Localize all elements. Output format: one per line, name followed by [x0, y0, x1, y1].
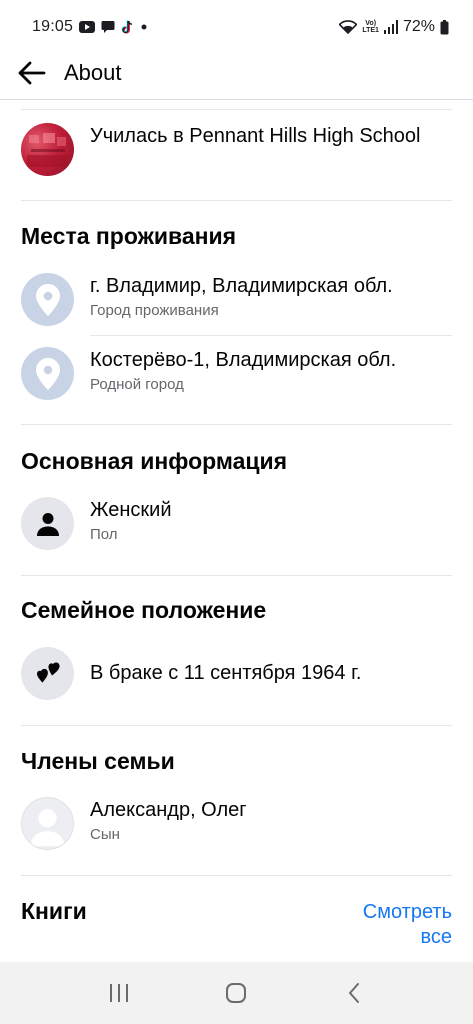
gender-primary: Женский — [90, 499, 172, 521]
section-divider — [21, 575, 452, 576]
status-time: 19:05 — [32, 18, 74, 35]
hearts-icon — [21, 647, 74, 700]
back-icon — [349, 983, 360, 1003]
gender-text: Женский Пол — [90, 497, 453, 545]
education-row[interactable]: Училась в Pennant Hills High School — [0, 121, 473, 179]
youtube-icon — [79, 21, 96, 33]
recent-apps-icon — [109, 984, 128, 1002]
relationship-primary: В браке с 11 сентября 1964 г. — [90, 662, 362, 684]
system-back-button[interactable] — [330, 969, 378, 1017]
basic-info-section-title: Основная информация — [21, 448, 288, 474]
places-section-title: Места проживания — [21, 223, 237, 249]
family-member-secondary: Сын — [90, 826, 120, 843]
system-nav-bar — [0, 962, 473, 1024]
person-icon — [21, 497, 74, 550]
wifi-icon — [339, 20, 358, 34]
section-divider — [21, 725, 452, 726]
relationship-row[interactable]: В браке с 11 сентября 1964 г. — [0, 646, 473, 702]
education-text: Училась в Pennant Hills High School — [90, 125, 421, 147]
place-hometown-primary: Костерёво-1, Владимирская обл. — [90, 349, 397, 371]
see-all-line1: Смотреть — [362, 901, 452, 923]
place-hometown-text: Костерёво-1, Владимирская обл. Родной го… — [90, 347, 453, 395]
location-pin-icon — [21, 347, 74, 400]
relationship-section-title: Семейное положение — [21, 597, 267, 623]
place-row-current[interactable]: г. Владимир, Владимирская обл. Город про… — [0, 271, 473, 329]
tiktok-icon — [121, 19, 134, 35]
default-avatar-icon — [21, 797, 74, 850]
school-photo — [21, 123, 74, 176]
home-button[interactable] — [212, 969, 260, 1017]
item-divider — [90, 335, 452, 336]
battery-percent: 72% — [402, 18, 435, 35]
section-divider — [21, 200, 452, 201]
family-member-primary: Александр, Олег — [90, 799, 247, 821]
see-all-line2: все — [420, 926, 452, 948]
app-header: About — [0, 46, 473, 100]
books-section-title: Книги — [21, 898, 87, 924]
family-section-title: Члены семьи — [21, 748, 175, 774]
top-divider — [21, 109, 452, 110]
education-text-block: Училась в Pennant Hills High School — [90, 123, 453, 149]
relationship-text: В браке с 11 сентября 1964 г. — [90, 660, 453, 686]
volte-line2: LTE1 — [362, 27, 379, 34]
place-current-primary: г. Владимир, Владимирская обл. — [90, 275, 393, 297]
place-current-text: г. Владимир, Владимирская обл. Город про… — [90, 273, 453, 321]
gender-secondary: Пол — [90, 526, 118, 543]
signal-icon — [383, 20, 398, 34]
family-member-text: Александр, Олег Сын — [90, 797, 453, 845]
status-left: 19:05 — [32, 18, 148, 36]
section-divider — [21, 424, 452, 425]
gender-row[interactable]: Женский Пол — [0, 495, 473, 553]
page-title: About — [64, 59, 122, 85]
message-icon — [101, 20, 115, 34]
arrow-left-icon — [18, 61, 46, 84]
section-divider — [21, 875, 452, 876]
place-current-secondary: Город проживания — [90, 302, 219, 319]
location-pin-icon — [21, 273, 74, 326]
dot-icon — [140, 23, 148, 31]
battery-icon — [440, 19, 449, 35]
status-right: Vo) LTE1 72% — [339, 18, 449, 36]
recent-apps-button[interactable] — [95, 969, 143, 1017]
place-hometown-secondary: Родной город — [90, 376, 184, 393]
place-row-hometown[interactable]: Костерёво-1, Владимирская обл. Родной го… — [0, 345, 473, 403]
back-button[interactable] — [0, 46, 64, 100]
volte-indicator: Vo) LTE1 — [362, 20, 379, 34]
about-content[interactable]: Училась в Pennant Hills High School Мест… — [0, 101, 473, 961]
see-all-books-link[interactable]: Смотреть все — [363, 900, 452, 950]
volte-line1: Vo) — [365, 20, 377, 27]
home-icon — [226, 983, 247, 1003]
family-member-row[interactable]: Александр, Олег Сын — [0, 795, 473, 853]
